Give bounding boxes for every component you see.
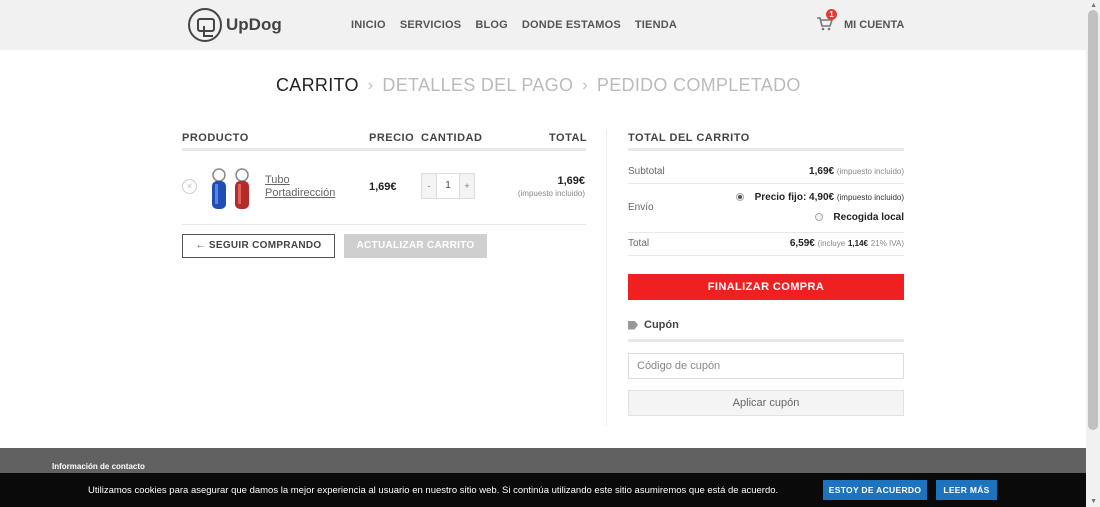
item-total: 1,69€ (impuesto incluido) [518,175,585,198]
logo-text: UpDog [226,15,282,34]
cookie-message: Utilizamos cookies para asegurar que dam… [88,485,779,496]
scroll-down-arrow-icon[interactable]: ▼ [1090,498,1097,505]
checkout-steps: CARRITO › DETALLES DEL PAGO › PEDIDO COM… [276,75,801,96]
product-name-link[interactable]: Tubo Portadirección [265,174,355,200]
shipping-option-pickup[interactable]: Recogida local [814,212,904,223]
scroll-up-arrow-icon[interactable]: ▲ [1090,2,1097,9]
updog-logo-icon [188,8,222,42]
step-separator-icon: › [367,76,374,94]
totals-header-divider [628,148,904,151]
site-header: UpDog INICIO SERVICIOS BLOG DONDE ESTAMO… [0,0,1086,50]
update-cart-button[interactable]: ACTUALIZAR CARRITO [344,234,487,258]
col-header-total: TOTAL [549,132,588,144]
apply-coupon-button[interactable]: Aplicar cupón [628,390,904,416]
shipping-flat-radio[interactable] [735,193,744,202]
checkout-button[interactable]: FINALIZAR COMPRA [628,274,904,300]
col-header-product: PRODUCTO [182,132,249,144]
total-note-prefix: (incluye [817,239,846,248]
coupon-heading: Cupón [628,319,679,331]
quantity-increase-button[interactable]: + [460,174,474,198]
nav-blog[interactable]: BLOG [475,19,508,31]
quantity-stepper: - 1 + [421,173,475,199]
step-separator-icon: › [582,76,588,94]
totals-row-divider [628,232,904,233]
cookie-agree-button[interactable]: ESTOY DE ACUERDO [823,480,927,500]
subtotal-label: Subtotal [628,166,665,177]
shipping-label: Envío [628,202,654,213]
table-row-divider [182,224,586,225]
step-payment-details: DETALLES DEL PAGO [382,75,574,95]
product-thumbnail[interactable] [205,166,255,210]
quantity-input[interactable]: 1 [436,174,460,198]
shipping-pickup-radio[interactable] [814,213,823,222]
page-scrollbar[interactable]: ▲ ▼ [1086,0,1100,507]
totals-row-divider [628,183,904,184]
nav-servicios[interactable]: SERVICIOS [400,19,462,31]
coupon-code-input[interactable] [628,353,904,379]
subtotal-value: 1,69€ (impuesto incluido) [809,166,904,177]
quantity-decrease-button[interactable]: - [422,174,436,198]
cookie-read-more-button[interactable]: LEER MÁS [936,480,997,500]
continue-shopping-button[interactable]: ← SEGUIR COMPRANDO [182,234,335,258]
nav-inicio[interactable]: INICIO [351,19,386,31]
item-tax-note: (impuesto incluido) [517,189,585,198]
item-total-amount: 1,69€ [557,175,585,187]
nav-tienda[interactable]: TIENDA [635,19,677,31]
step-cart: CARRITO [276,75,359,95]
total-label: Total [628,238,650,249]
column-divider [606,130,607,426]
step-order-complete: PEDIDO COMPLETADO [596,75,801,95]
subtotal-amount: 1,69€ [809,166,835,177]
subtotal-tax-note: (impuesto incluido) [836,167,904,176]
site-logo[interactable]: UpDog [188,8,282,42]
remove-item-button[interactable]: × [182,179,197,194]
nav-donde-estamos[interactable]: DONDE ESTAMOS [522,19,621,31]
col-header-quantity: CANTIDAD [421,132,483,144]
coupon-divider [628,339,904,342]
cart-totals-title: TOTAL DEL CARRITO [628,132,750,144]
col-header-price: PRECIO [369,132,415,144]
total-amount: 6,59€ [789,238,815,249]
main-nav: INICIO SERVICIOS BLOG DONDE ESTAMOS TIEN… [351,19,677,31]
total-tax-amount: 1,14€ [847,239,869,248]
coupon-title: Cupón [644,319,679,331]
shipping-flat-label: Precio fijo: 4,90€ [754,192,835,203]
totals-row-divider [628,255,904,256]
tag-icon [628,320,638,330]
shipping-flat-tax-note: (impuesto incluido) [836,193,904,202]
shipping-pickup-label: Recogida local [833,212,904,223]
total-value: 6,59€ (incluye 1,14€ 21% IVA) [790,238,904,249]
table-header-divider [182,148,586,151]
total-note-suffix: 21% IVA) [870,239,904,248]
shipping-option-flat[interactable]: Precio fijo: 4,90€ (impuesto incluido) [735,192,904,203]
cart-count-badge: 1 [826,9,837,20]
my-account-link[interactable]: MI CUENTA [844,19,904,31]
scrollbar-thumb[interactable] [1088,10,1098,430]
cookie-consent-bar: Utilizamos cookies para asegurar que dam… [0,473,1086,507]
contact-info-heading: Información de contacto [52,462,145,471]
product-price: 1,69€ [369,181,397,193]
